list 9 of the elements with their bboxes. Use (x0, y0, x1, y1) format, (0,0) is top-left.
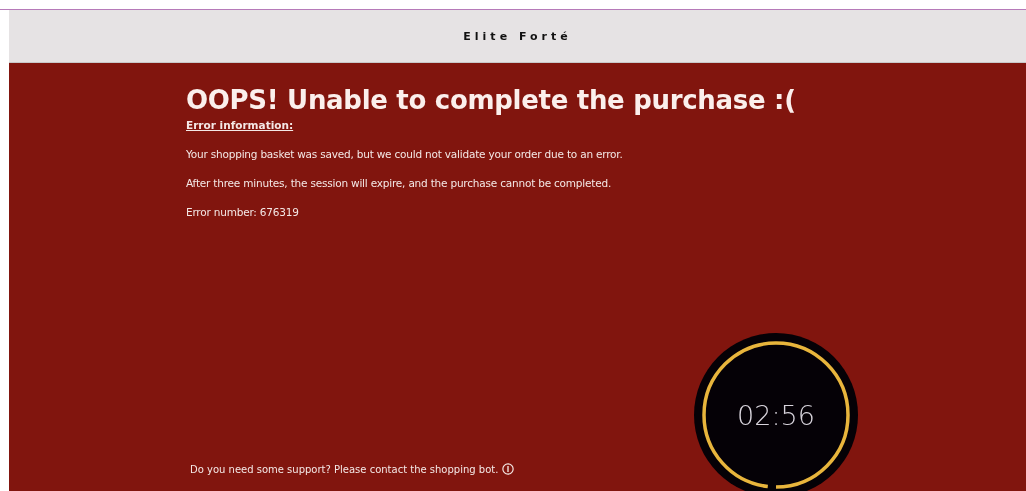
error-message: Your shopping basket was saved, but we could not validate your order due to an error. (186, 148, 624, 160)
countdown-time: 02:56 (737, 399, 815, 431)
error-subtitle: Error information: (186, 119, 295, 131)
brand-title: Elite Forté (463, 29, 572, 43)
error-message: After three minutes, the session will expire, and the purchase cannot be completed. (186, 177, 613, 189)
error-title: OOPS! Unable to complete the purchase :( (186, 85, 797, 115)
error-message: Error number: 676319 (186, 206, 300, 218)
info-icon[interactable] (502, 463, 515, 475)
support-text: Do you need some support? Please contact the shopping bot. (190, 464, 499, 475)
